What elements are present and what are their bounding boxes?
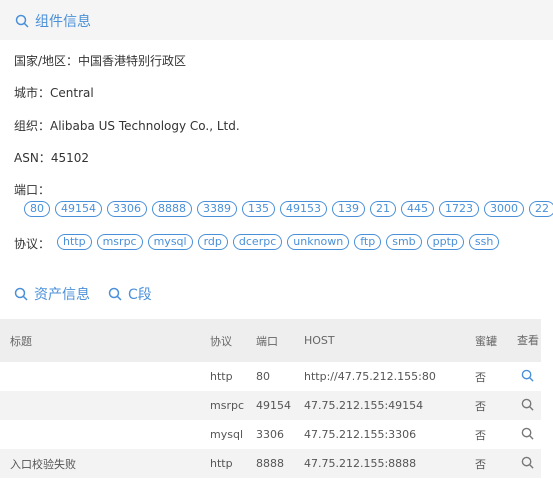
col-port: 端口 [256, 334, 278, 348]
asn-label: ASN： [14, 151, 51, 165]
org-row: 组织：Alibaba US Technology Co., Ltd. [14, 117, 240, 134]
tab-asset-info[interactable]: 资产信息 [14, 284, 90, 304]
asset-table: 标题 协议 端口 HOST 蜜罐 查看 http 80 http://47.75… [0, 319, 541, 478]
protocol-tag[interactable]: msrpc [96, 234, 143, 250]
cell-port: 8888 [256, 457, 284, 470]
component-info-title: 组件信息 [15, 11, 91, 31]
org-label: 组织： [14, 119, 51, 133]
view-search-icon[interactable] [521, 427, 534, 440]
port-tag[interactable]: 49154 [55, 201, 102, 217]
protocol-tag[interactable]: http [57, 234, 92, 250]
protocol-tag[interactable]: smb [386, 234, 422, 250]
port-tag[interactable]: 445 [401, 201, 434, 217]
ports-list: 80 49154 3306 8888 3389 135 49153 139 21… [24, 201, 553, 217]
table-row: 入口校验失败 http 8888 47.75.212.155:8888 否 [0, 449, 541, 478]
table-row: mysql 3306 47.75.212.155:3306 否 [0, 420, 541, 449]
search-icon [14, 287, 28, 301]
cell-protocol: http [210, 457, 233, 470]
cell-host: 47.75.212.155:49154 [304, 399, 424, 412]
country-row: 国家/地区：中国香港特别行政区 [14, 52, 186, 69]
port-tag[interactable]: 3306 [107, 201, 147, 217]
cell-honeypot: 否 [475, 457, 486, 471]
protocol-tag[interactable]: ssh [468, 234, 500, 250]
port-tag[interactable]: 49153 [280, 201, 327, 217]
city-value: Central [50, 86, 94, 100]
component-info-header: 组件信息 [0, 0, 553, 40]
col-honeypot: 蜜罐 [475, 334, 497, 348]
cell-protocol: msrpc [210, 399, 244, 412]
cell-honeypot: 否 [475, 399, 486, 413]
cell-port: 80 [256, 370, 270, 383]
view-search-icon[interactable] [521, 456, 534, 469]
component-info-title-text: 组件信息 [35, 14, 91, 30]
port-tag[interactable]: 1723 [439, 201, 479, 217]
country-label: 国家/地区： [14, 54, 79, 68]
cell-view [507, 362, 541, 391]
protocol-tag[interactable]: mysql [147, 234, 193, 250]
search-icon [108, 287, 122, 301]
asn-row: ASN：45102 [14, 149, 89, 166]
cell-port: 3306 [256, 428, 284, 441]
cell-title [0, 362, 200, 391]
tab-c-segment-label: C段 [128, 287, 152, 303]
country-value: 中国香港特别行政区 [78, 54, 187, 68]
port-tag[interactable]: 3389 [197, 201, 237, 217]
cell-protocol: http [210, 370, 233, 383]
port-tag[interactable]: 135 [242, 201, 275, 217]
city-label: 城市： [14, 86, 51, 100]
tab-asset-info-label: 资产信息 [34, 287, 90, 303]
cell-honeypot: 否 [475, 370, 486, 384]
protocol-tag[interactable]: ftp [354, 234, 382, 250]
view-search-icon[interactable] [521, 398, 534, 411]
port-tag[interactable]: 21 [370, 201, 396, 217]
port-tag[interactable]: 3000 [484, 201, 524, 217]
cell-view [507, 449, 541, 478]
port-tag[interactable]: 80 [24, 201, 50, 217]
port-tag[interactable]: 8888 [152, 201, 192, 217]
search-icon [15, 14, 29, 28]
cell-title: 入口校验失败 [10, 457, 76, 471]
tab-bar: 资产信息 C段 [14, 284, 152, 304]
protocol-tag[interactable]: dcerpc [232, 234, 283, 250]
protocols-list: http msrpc mysql rdp dcerpc unknown ftp … [57, 234, 500, 250]
cell-host: http://47.75.212.155:80 [304, 370, 436, 383]
ports-label: 端口： [14, 183, 51, 197]
col-view: 查看 [517, 333, 539, 347]
cell-view [507, 391, 541, 420]
asn-value: 45102 [50, 151, 89, 165]
table-header-row: 标题 协议 端口 HOST 蜜罐 查看 [0, 319, 541, 362]
table-row: msrpc 49154 47.75.212.155:49154 否 [0, 391, 541, 420]
org-value: Alibaba US Technology Co., Ltd. [50, 119, 240, 133]
view-search-icon[interactable] [521, 369, 534, 382]
cell-honeypot: 否 [475, 428, 486, 442]
cell-port: 49154 [256, 399, 291, 412]
cell-protocol: mysql [210, 428, 243, 441]
cell-title [0, 420, 200, 449]
protocols-label: 协议： [14, 237, 51, 251]
tab-c-segment[interactable]: C段 [108, 284, 152, 304]
col-host: HOST [304, 334, 335, 347]
port-tag[interactable]: 22 [529, 201, 553, 217]
port-tag[interactable]: 139 [332, 201, 365, 217]
cell-host: 47.75.212.155:8888 [304, 457, 417, 470]
col-protocol: 协议 [210, 334, 232, 348]
cell-title [0, 391, 200, 420]
protocol-tag[interactable]: rdp [197, 234, 228, 250]
city-row: 城市：Central [14, 84, 94, 101]
protocol-tag[interactable]: pptp [426, 234, 464, 250]
cell-view [507, 420, 541, 449]
protocol-tag[interactable]: unknown [287, 234, 350, 250]
cell-host: 47.75.212.155:3306 [304, 428, 417, 441]
col-title: 标题 [10, 334, 32, 348]
table-row: http 80 http://47.75.212.155:80 否 [0, 362, 541, 391]
